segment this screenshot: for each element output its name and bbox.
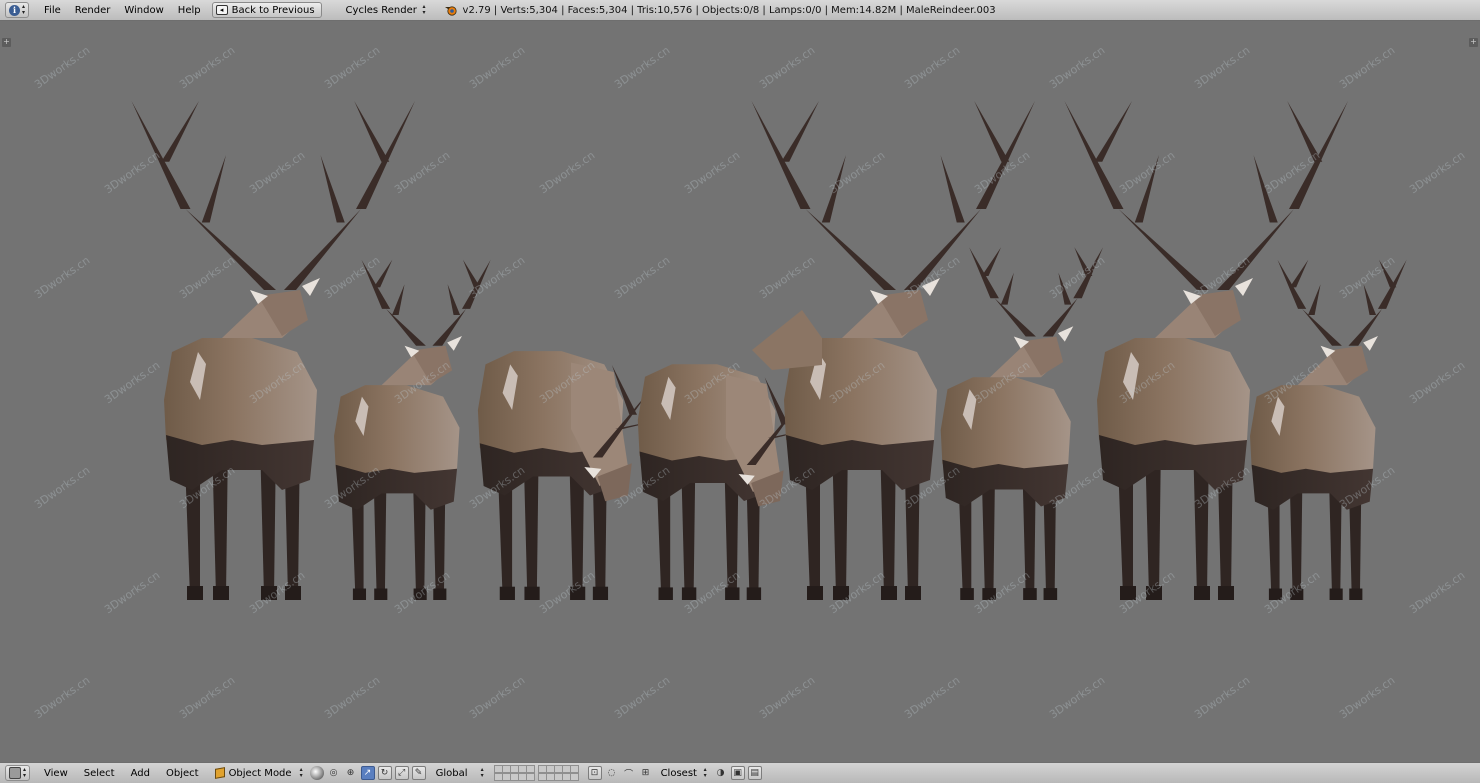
transform-orientation-label: Global — [435, 767, 468, 779]
manipulator-toggle-icon[interactable]: ⊕ — [344, 766, 358, 780]
menu-add[interactable]: Add — [123, 768, 158, 779]
updown-arrows-icon: ▴ ▾ — [480, 766, 484, 779]
updown-arrows-icon: ▴ ▾ — [703, 766, 707, 779]
menu-window[interactable]: Window — [117, 5, 170, 16]
info-header: i ▴ ▾ File Render Window Help ◂ Back to P… — [0, 0, 1480, 21]
updown-arrows-icon: ▴ ▾ — [23, 766, 27, 779]
snap-target-label: Closest — [660, 767, 697, 779]
menu-help[interactable]: Help — [171, 5, 208, 16]
rotate-manipulator-icon[interactable]: ↻ — [377, 766, 392, 780]
transform-orientation-icon[interactable]: ✎ — [411, 766, 426, 780]
reindeer-model — [1064, 101, 1348, 600]
reindeer-model — [1250, 259, 1407, 600]
updown-arrows-icon: ▴ ▾ — [299, 766, 303, 779]
menu-file[interactable]: File — [37, 5, 68, 16]
proportional-editing-icon[interactable]: ◌ — [605, 766, 619, 780]
reindeer-scene — [131, 101, 1407, 600]
3d-view-icon — [9, 767, 21, 779]
render-engine-label: Cycles Render — [345, 4, 417, 16]
pivot-point-icon[interactable]: ◎ — [327, 766, 341, 780]
blender-logo-icon — [444, 6, 457, 16]
interaction-mode-label: Object Mode — [228, 767, 292, 779]
back-to-previous-label: Back to Previous — [231, 4, 315, 16]
3d-view-header: ▴ ▾ View Select Add Object Object Mode ▴ ▾… — [0, 762, 1480, 783]
transform-orientation-select[interactable]: Global ▴ ▾ — [432, 765, 488, 781]
back-to-previous-button[interactable]: ◂ Back to Previous — [211, 2, 322, 18]
snap-target-select[interactable]: Closest ▴ ▾ — [657, 765, 711, 781]
snap-toggle-icon[interactable]: ⌒ — [622, 766, 636, 780]
translate-manipulator-icon[interactable]: ↗ — [360, 766, 375, 780]
back-arrow-icon: ◂ — [215, 5, 228, 15]
scene-statistics: v2.79 | Verts:5,304 | Faces:5,304 | Tris… — [462, 4, 996, 16]
render-animation-icon[interactable]: ▤ — [747, 766, 762, 780]
opengl-render-icon[interactable]: ◑ — [714, 766, 728, 780]
editor-type-selector[interactable]: i ▴ ▾ — [5, 2, 30, 18]
viewport-shading-icon[interactable] — [309, 766, 324, 780]
info-icon: i — [9, 4, 20, 16]
lock-layers-icon[interactable]: ⊡ — [587, 766, 602, 780]
reindeer-model — [334, 259, 491, 600]
layer-buttons[interactable] — [493, 765, 579, 781]
snap-element-icon[interactable]: ⊞ — [639, 766, 653, 780]
updown-arrows-icon: ▴ ▾ — [22, 3, 26, 16]
object-mode-icon — [214, 767, 225, 779]
updown-arrows-icon: ▴ ▾ — [422, 3, 426, 16]
3d-viewport[interactable]: + + 3Dworks.cn 3Dworks.cn 3Dworks.cn 3Dwork… — [0, 21, 1480, 762]
menu-select[interactable]: Select — [76, 768, 123, 779]
render-image-icon[interactable]: ▣ — [730, 766, 745, 780]
scale-manipulator-icon[interactable]: ⤢ — [394, 766, 409, 780]
reindeer-model — [940, 247, 1104, 600]
editor-type-selector[interactable]: ▴ ▾ — [5, 765, 31, 781]
render-engine-select[interactable]: Cycles Render ▴ ▾ — [342, 2, 430, 18]
reindeer-model — [131, 101, 415, 600]
menu-view[interactable]: View — [36, 768, 76, 779]
menu-object[interactable]: Object — [158, 768, 207, 779]
interaction-mode-select[interactable]: Object Mode ▴ ▾ — [211, 765, 307, 781]
menu-render[interactable]: Render — [68, 5, 118, 16]
